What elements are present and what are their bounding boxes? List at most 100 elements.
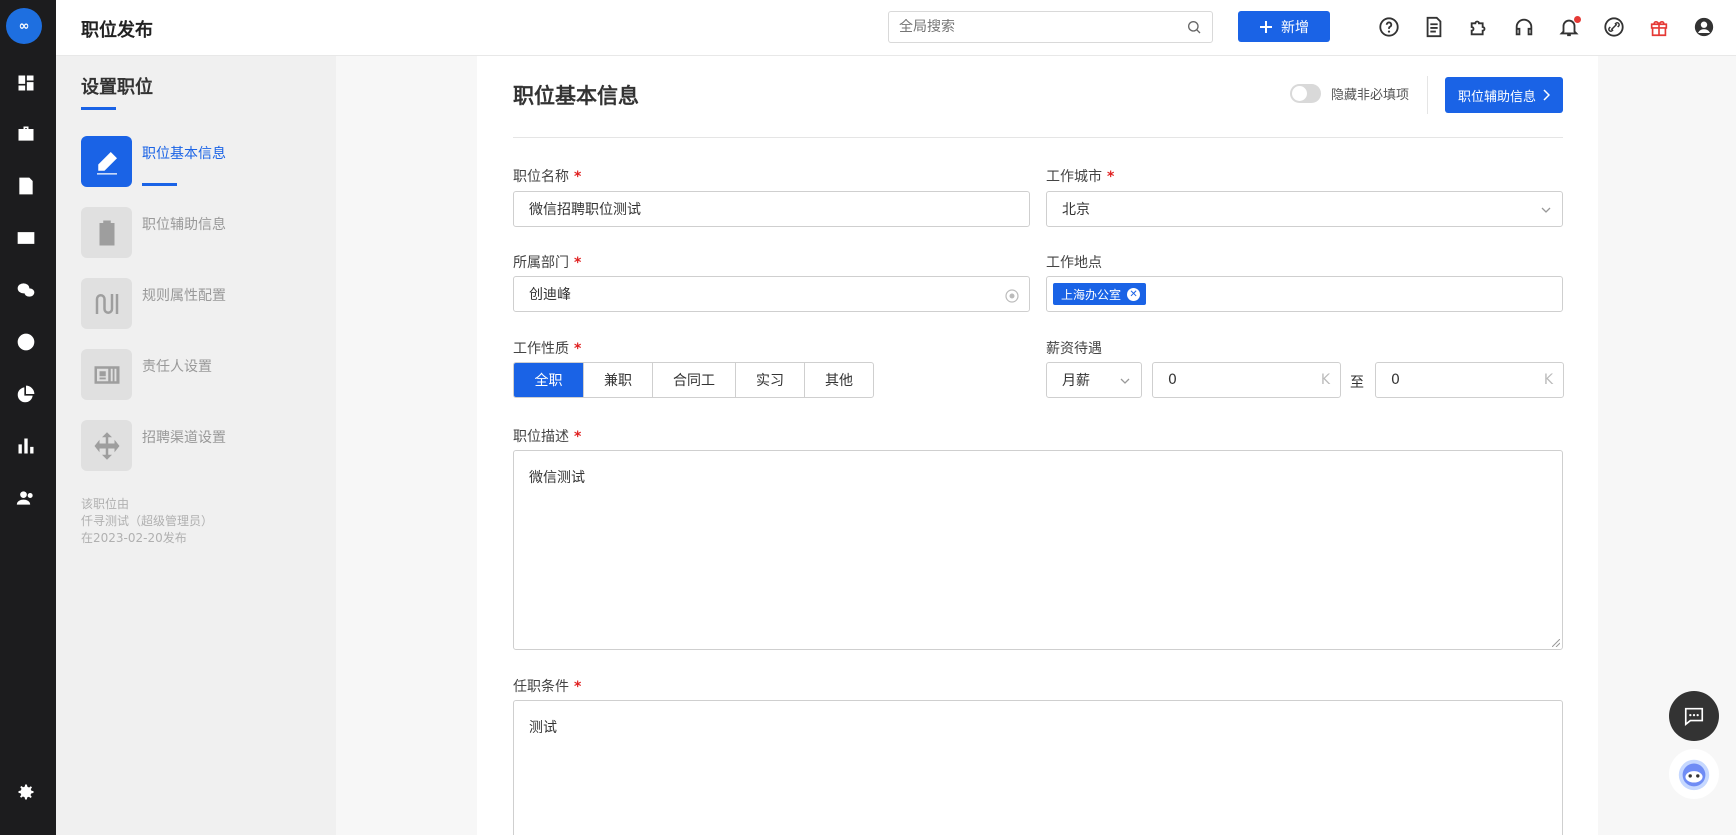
resize-handle-icon[interactable]: [1552, 639, 1560, 647]
bell-icon[interactable]: [1556, 14, 1582, 40]
global-search[interactable]: [888, 11, 1213, 43]
salary-max-input[interactable]: 0K: [1375, 362, 1564, 398]
select-value: 创迪峰: [529, 287, 571, 303]
salary-min-input[interactable]: 0K: [1152, 362, 1341, 398]
location-tag: 上海办公室 ✕: [1053, 283, 1147, 305]
briefcase-icon[interactable]: [12, 120, 40, 148]
hide-optional-toggle[interactable]: [1290, 84, 1321, 103]
location-select[interactable]: 上海办公室 ✕: [1046, 276, 1563, 312]
form-card: 职位基本信息 隐藏非必填项 职位辅助信息 职位名称 * 微信招聘职位测试 工作城市…: [477, 56, 1598, 835]
wechat-icon[interactable]: [12, 276, 40, 304]
edit-icon: [96, 151, 117, 174]
department-select[interactable]: 创迪峰: [513, 276, 1030, 312]
id-card-icon[interactable]: [12, 224, 40, 252]
bar-chart-icon[interactable]: [12, 432, 40, 460]
note-line: 在2023-02-20发布: [81, 531, 187, 545]
headset-icon[interactable]: [1511, 14, 1537, 40]
gift-icon[interactable]: [1646, 14, 1672, 40]
link-icon[interactable]: [1601, 14, 1627, 40]
divider: [1427, 76, 1428, 114]
city-select[interactable]: 北京: [1046, 191, 1563, 227]
job-name-input[interactable]: 微信招聘职位测试: [513, 191, 1030, 227]
select-value: 月薪: [1062, 373, 1090, 389]
publish-note: 该职位由 仟寻测试（超级管理员） 在2023-02-20发布: [81, 496, 213, 547]
steps-title-underline: [81, 107, 116, 110]
job-type-parttime[interactable]: 兼职: [583, 363, 652, 397]
step-owner[interactable]: 责任人设置: [81, 349, 291, 401]
move-icon: [94, 431, 119, 460]
label-text: 工作城市: [1046, 169, 1102, 185]
add-button[interactable]: 新增: [1238, 11, 1330, 42]
left-rail: ∞: [0, 0, 56, 835]
add-button-label: 新增: [1281, 19, 1309, 36]
next-step-button[interactable]: 职位辅助信息: [1445, 77, 1563, 113]
city-label: 工作城市 *: [1046, 166, 1114, 186]
note-line: 仟寻测试（超级管理员）: [81, 514, 214, 528]
label-text: 工作性质: [513, 341, 569, 357]
step-channels[interactable]: 招聘渠道设置: [81, 420, 291, 472]
resume-icon[interactable]: [12, 172, 40, 200]
robot-icon: [1678, 759, 1710, 791]
clear-icon[interactable]: [1005, 289, 1019, 303]
section-divider: [513, 137, 1563, 138]
salary-label: 薪资待遇: [1046, 341, 1102, 357]
label-text: 任职条件: [513, 679, 569, 695]
step-aux-info[interactable]: 职位辅助信息: [81, 207, 291, 259]
textarea-value: 测试: [529, 720, 557, 736]
label-text: 职位描述: [513, 429, 569, 445]
step-label: 规则属性配置: [142, 288, 226, 304]
job-type-intern[interactable]: 实习: [735, 363, 804, 397]
logo[interactable]: ∞: [6, 8, 42, 44]
plugin-icon[interactable]: [1466, 14, 1492, 40]
input-value: 0: [1391, 372, 1400, 388]
active-step-indicator: [142, 183, 177, 186]
plus-icon: [1260, 20, 1272, 33]
job-type-segmented: 全职 兼职 合同工 实习 其他: [513, 362, 874, 398]
step-label: 职位基本信息: [142, 146, 226, 162]
job-type-label: 工作性质 *: [513, 338, 581, 358]
team-icon[interactable]: [12, 484, 40, 512]
required-mark: *: [574, 429, 582, 445]
textarea-value: 微信测试: [529, 470, 585, 486]
search-input[interactable]: [899, 19, 1186, 35]
chevron-right-icon: [1543, 89, 1550, 101]
step-label: 职位辅助信息: [142, 217, 226, 233]
step-rules[interactable]: 规则属性配置: [81, 278, 291, 330]
label-text: 职位名称: [513, 169, 569, 185]
chevron-down-icon: [1541, 207, 1551, 213]
like-icon[interactable]: [12, 328, 40, 356]
step-basic-info[interactable]: 职位基本信息: [81, 136, 291, 188]
next-step-label: 职位辅助信息: [1457, 89, 1536, 105]
help-icon[interactable]: [1376, 14, 1402, 40]
assistant-bot-button[interactable]: [1669, 749, 1719, 799]
steps-title: 设置职位: [81, 77, 153, 98]
chat-button[interactable]: [1669, 691, 1719, 741]
job-type-other[interactable]: 其他: [804, 363, 873, 397]
department-label: 所属部门 *: [513, 252, 581, 272]
range-separator: 至: [1350, 375, 1364, 391]
description-textarea[interactable]: 微信测试: [513, 450, 1563, 650]
job-type-contract[interactable]: 合同工: [652, 363, 735, 397]
required-mark: *: [574, 255, 582, 271]
job-type-fulltime[interactable]: 全职: [514, 363, 583, 397]
contact-card-icon: [94, 365, 119, 384]
step-label: 责任人设置: [142, 359, 212, 375]
dashboard-icon[interactable]: [12, 69, 40, 97]
clipboard-icon: [99, 220, 114, 245]
pie-chart-icon[interactable]: [12, 380, 40, 408]
tag-label: 上海办公室: [1061, 287, 1122, 302]
job-name-label: 职位名称 *: [513, 166, 581, 186]
requirements-textarea[interactable]: 测试: [513, 700, 1563, 835]
section-title: 职位基本信息: [513, 84, 639, 108]
unit-suffix: K: [1543, 372, 1553, 388]
chat-icon: [1684, 707, 1704, 726]
settings-icon[interactable]: [12, 778, 40, 806]
required-mark: *: [574, 679, 582, 695]
tag-remove-icon[interactable]: ✕: [1127, 287, 1141, 301]
salary-period-select[interactable]: 月薪: [1046, 362, 1142, 398]
user-icon[interactable]: [1691, 14, 1717, 40]
label-text: 所属部门: [513, 255, 569, 271]
input-value: 微信招聘职位测试: [529, 202, 641, 218]
requirements-label: 任职条件 *: [513, 676, 581, 696]
document-icon[interactable]: [1421, 14, 1447, 40]
